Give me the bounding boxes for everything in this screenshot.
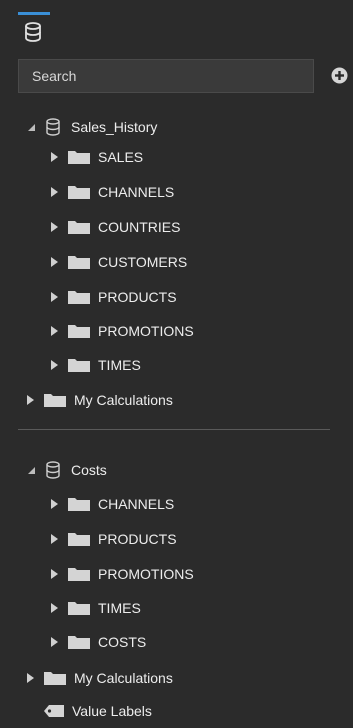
tree-item-folder[interactable]: PROMOTIONS [49, 564, 194, 584]
folder-icon [68, 568, 90, 581]
search-input[interactable] [32, 68, 313, 84]
source-label: Costs [71, 462, 107, 478]
folder-icon [68, 636, 90, 649]
plus-circle-icon[interactable] [331, 67, 348, 84]
tree-item-my-calculations[interactable]: My Calculations [25, 390, 173, 410]
folder-icon [68, 256, 90, 269]
caret-right-icon[interactable] [25, 395, 35, 405]
folder-icon [68, 602, 90, 615]
folder-icon [44, 394, 66, 407]
caret-right-icon[interactable] [49, 222, 59, 232]
tree-item-folder[interactable]: CUSTOMERS [49, 252, 187, 272]
caret-right-icon[interactable] [49, 603, 59, 613]
folder-icon [68, 291, 90, 304]
database-icon[interactable] [24, 22, 42, 42]
database-icon [46, 461, 60, 479]
tree-item-folder[interactable]: COSTS [49, 632, 146, 652]
folder-label: PRODUCTS [98, 289, 177, 305]
folder-icon [68, 359, 90, 372]
tree-item-folder[interactable]: TIMES [49, 598, 141, 618]
folder-label: CHANNELS [98, 184, 175, 200]
caret-down-icon[interactable] [26, 465, 36, 475]
folder-icon [44, 672, 66, 685]
tree-item-source-costs[interactable]: Costs [26, 460, 107, 480]
folder-icon [68, 533, 90, 546]
folder-icon [68, 186, 90, 199]
tree-item-folder[interactable]: PRODUCTS [49, 287, 177, 307]
calculations-label: My Calculations [74, 670, 173, 686]
folder-label: CHANNELS [98, 496, 175, 512]
caret-right-icon[interactable] [49, 187, 59, 197]
caret-right-icon[interactable] [49, 360, 59, 370]
caret-right-icon[interactable] [49, 534, 59, 544]
caret-right-icon[interactable] [49, 326, 59, 336]
tag-icon [44, 705, 64, 717]
caret-right-icon[interactable] [49, 499, 59, 509]
tree-item-folder[interactable]: SALES [49, 147, 143, 167]
source-divider [18, 429, 330, 430]
folder-label: PROMOTIONS [98, 566, 194, 582]
caret-right-icon[interactable] [49, 569, 59, 579]
caret-down-icon[interactable] [26, 122, 36, 132]
caret-right-icon[interactable] [49, 257, 59, 267]
tree-item-folder[interactable]: CHANNELS [49, 494, 174, 514]
folder-icon [68, 325, 90, 338]
folder-label: TIMES [98, 357, 141, 373]
folder-icon [68, 221, 90, 234]
tree-item-value-labels[interactable]: Value Labels [44, 701, 152, 721]
tree-item-source-sales-history[interactable]: Sales_History [26, 117, 157, 137]
folder-label: TIMES [98, 600, 141, 616]
folder-label: SALES [98, 149, 144, 165]
tree-item-folder[interactable]: COUNTRIES [49, 217, 180, 237]
folder-icon [68, 151, 90, 164]
folder-label: PROMOTIONS [98, 323, 194, 339]
folder-label: COUNTRIES [98, 219, 181, 235]
folder-label: CUSTOMERS [98, 254, 188, 270]
value-labels-label: Value Labels [72, 703, 152, 719]
folder-icon [68, 498, 90, 511]
folder-label: COSTS [98, 634, 147, 650]
tree-item-my-calculations[interactable]: My Calculations [25, 668, 173, 688]
caret-right-icon[interactable] [49, 152, 59, 162]
caret-right-icon[interactable] [49, 637, 59, 647]
folder-label: PRODUCTS [98, 531, 177, 547]
panel-tab-indicator [18, 12, 50, 15]
tree-item-folder[interactable]: TIMES [49, 355, 141, 375]
source-label: Sales_History [71, 119, 158, 135]
caret-right-icon[interactable] [25, 673, 35, 683]
calculations-label: My Calculations [74, 392, 173, 408]
tree-item-folder[interactable]: PRODUCTS [49, 529, 177, 549]
tree-item-folder[interactable]: PROMOTIONS [49, 321, 194, 341]
tree-item-folder[interactable]: CHANNELS [49, 182, 174, 202]
database-icon [46, 118, 60, 136]
search-box[interactable] [18, 59, 314, 93]
caret-right-icon[interactable] [49, 292, 59, 302]
